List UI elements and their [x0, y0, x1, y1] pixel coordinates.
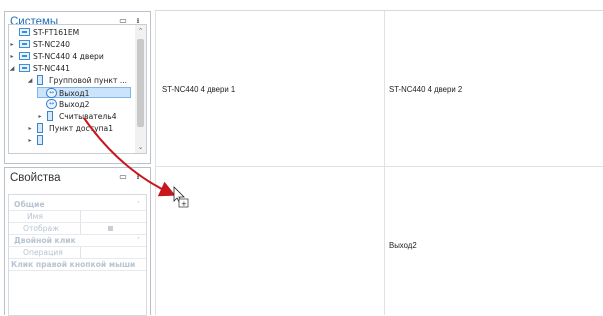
svg-text:+: + [181, 200, 187, 208]
drag-arrow-overlay: + [83, 117, 189, 208]
drag-arrow [83, 117, 176, 197]
drag-copy-cursor-icon: + [173, 186, 189, 208]
